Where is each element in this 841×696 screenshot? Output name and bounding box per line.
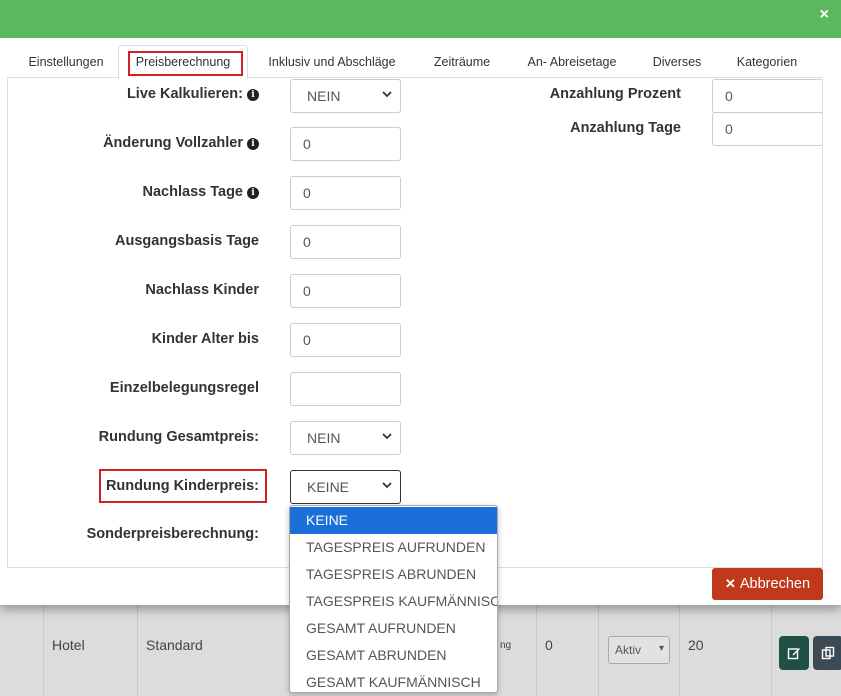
copy-button[interactable] xyxy=(813,636,841,670)
option-tagespreis-kaufmaennisch[interactable]: TAGESPREIS KAUFMÄNNISCH xyxy=(290,588,497,615)
tab-diverses[interactable]: Diverses xyxy=(639,45,715,78)
rundung-kinderpreis-options-list: KEINE TAGESPREIS AUFRUNDEN TAGESPREIS AB… xyxy=(289,505,498,693)
row-type: Hotel xyxy=(52,637,85,653)
nachlass-tage-input[interactable]: 0 xyxy=(290,176,401,210)
tab-an-abreisetage[interactable]: An- Abreisetage xyxy=(517,45,627,78)
info-icon[interactable]: i xyxy=(247,187,259,199)
option-gesamt-kaufmaennisch[interactable]: GESAMT KAUFMÄNNISCH xyxy=(290,669,497,692)
aenderung-vollzahler-input[interactable]: 0 xyxy=(290,127,401,161)
kinder-alter-bis-input[interactable]: 0 xyxy=(290,323,401,357)
label-rundung-gesamtpreis: Rundung Gesamtpreis: xyxy=(98,429,259,445)
live-kalkulieren-value: NEIN xyxy=(307,88,341,104)
table-cell-divider xyxy=(679,605,680,696)
label-ausgangsbasis-tage: Ausgangsbasis Tage xyxy=(115,233,259,249)
tab-einstellungen[interactable]: Einstellungen xyxy=(15,45,117,78)
close-icon[interactable]: × xyxy=(820,6,829,24)
row-status-value: Aktiv xyxy=(615,643,642,657)
label-aenderung-vollzahler: Änderung Vollzahler i xyxy=(103,135,259,151)
option-tagespreis-aufrunden[interactable]: TAGESPREIS AUFRUNDEN xyxy=(290,534,497,561)
tab-kategorien[interactable]: Kategorien xyxy=(725,45,809,78)
chevron-down-icon xyxy=(382,91,392,98)
tab-bar: Einstellungen Preisberechnung Inklusiv u… xyxy=(7,45,823,79)
option-tagespreis-abrunden[interactable]: TAGESPREIS ABRUNDEN xyxy=(290,561,497,588)
row-number: 0 xyxy=(545,637,553,653)
label-anzahlung-prozent: Anzahlung Prozent xyxy=(549,86,681,102)
info-icon[interactable]: i xyxy=(247,138,259,150)
rundung-kinderpreis-select[interactable]: KEINE xyxy=(290,470,401,504)
label-live-kalkulieren: Live Kalkulieren: i xyxy=(127,86,259,102)
close-icon: ✕ xyxy=(724,576,736,591)
tab-zeitraeume[interactable]: Zeiträume xyxy=(419,45,505,78)
table-cell-divider xyxy=(536,605,537,696)
row-count: 20 xyxy=(688,637,704,653)
edit-button[interactable] xyxy=(779,636,809,670)
row-category: Standard xyxy=(146,637,203,653)
tab-preisberechnung[interactable]: Preisberechnung xyxy=(118,45,248,79)
option-gesamt-aufrunden[interactable]: GESAMT AUFRUNDEN xyxy=(290,615,497,642)
ausgangsbasis-tage-input[interactable]: 0 xyxy=(290,225,401,259)
chevron-down-icon xyxy=(382,482,392,489)
label-einzelbelegungsregel: Einzelbelegungsregel xyxy=(109,380,259,396)
table-cell-divider xyxy=(43,605,44,696)
rundung-kinderpreis-value: KEINE xyxy=(307,479,350,495)
row-truncated-text: ng xyxy=(500,640,512,651)
edit-icon xyxy=(787,648,800,660)
chevron-down-icon: ▾ xyxy=(658,643,664,654)
anzahlung-tage-input[interactable]: 0 xyxy=(712,112,822,146)
rundung-gesamtpreis-select[interactable]: NEIN xyxy=(290,421,401,455)
label-kinder-alter-bis: Kinder Alter bis xyxy=(151,331,259,347)
cancel-button[interactable]: ✕ Abbrechen xyxy=(712,568,823,600)
info-icon[interactable]: i xyxy=(247,89,259,101)
table-cell-divider xyxy=(137,605,138,696)
anzahlung-prozent-input[interactable]: 0 xyxy=(712,79,822,113)
einzelbelegungsregel-input[interactable] xyxy=(290,372,401,406)
table-cell-divider xyxy=(598,605,599,696)
cancel-button-label: Abbrechen xyxy=(739,576,811,592)
chevron-down-icon xyxy=(382,433,392,440)
modal-header: × xyxy=(0,0,841,38)
option-keine[interactable]: KEINE xyxy=(290,507,497,534)
label-nachlass-tage: Nachlass Tage i xyxy=(143,184,259,200)
copy-icon xyxy=(821,646,835,660)
label-sonderpreisberechnung: Sonderpreisberechnung: xyxy=(86,526,259,542)
label-rundung-kinderpreis: Rundung Kinderpreis: xyxy=(105,478,259,494)
rundung-gesamtpreis-value: NEIN xyxy=(307,430,341,446)
live-kalkulieren-select[interactable]: NEIN xyxy=(290,79,401,113)
tab-content-panel: Live Kalkulieren: i NEIN Änderung Vollzah… xyxy=(7,78,823,568)
row-status-select[interactable]: Aktiv ▾ xyxy=(608,636,670,664)
label-nachlass-kinder: Nachlass Kinder xyxy=(145,282,259,298)
option-gesamt-abrunden[interactable]: GESAMT ABRUNDEN xyxy=(290,642,497,669)
label-anzahlung-tage: Anzahlung Tage xyxy=(570,120,681,136)
tab-inklusiv-und-abschlaege[interactable]: Inklusiv und Abschläge xyxy=(257,45,407,78)
table-cell-divider xyxy=(771,605,772,696)
nachlass-kinder-input[interactable]: 0 xyxy=(290,274,401,308)
